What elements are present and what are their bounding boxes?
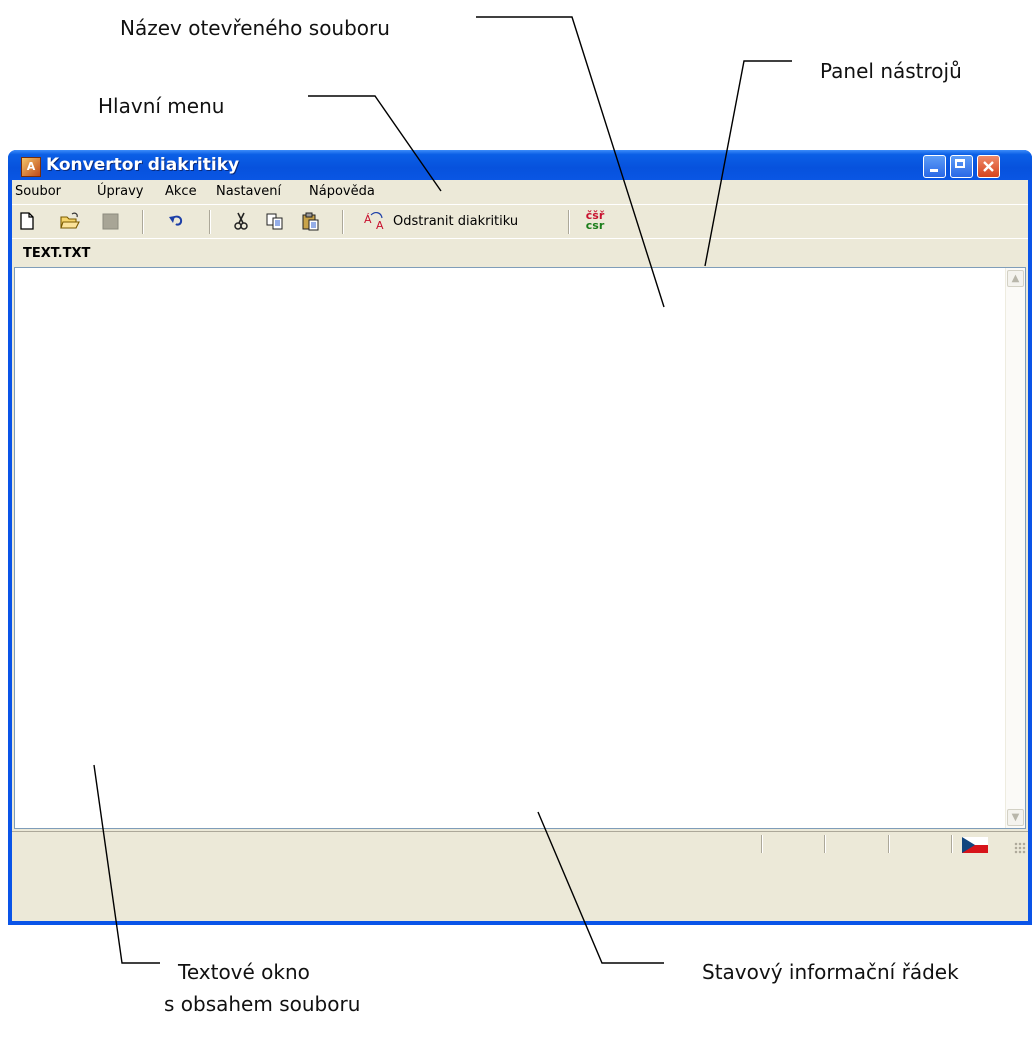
czech-flag-icon[interactable] bbox=[962, 837, 988, 853]
csr-bottom-label: csr bbox=[585, 219, 605, 232]
status-panel-divider bbox=[951, 835, 953, 853]
main-menu: Soubor Úpravy Akce Nastavení Nápověda bbox=[12, 180, 1028, 202]
callout-file-name: Název otevřeného souboru bbox=[120, 16, 390, 40]
toolbar: ÁA Odstranit diakritiku čšř csr bbox=[12, 204, 1028, 238]
toolbar-separator bbox=[568, 210, 570, 234]
callout-main-menu: Hlavní menu bbox=[98, 94, 225, 118]
close-icon bbox=[983, 161, 994, 172]
callout-text-window-line2: s obsahem souboru bbox=[164, 992, 361, 1016]
menu-upravy[interactable]: Úpravy bbox=[97, 184, 143, 199]
csr-convert-icon[interactable]: čšř csr bbox=[583, 210, 607, 232]
toolbar-separator bbox=[342, 210, 344, 234]
close-button[interactable] bbox=[977, 155, 1000, 178]
paste-icon[interactable] bbox=[301, 211, 321, 231]
minimize-button[interactable] bbox=[923, 155, 946, 178]
resize-grip-icon[interactable] bbox=[1014, 842, 1026, 854]
vertical-scrollbar[interactable]: ▲ ▼ bbox=[1005, 268, 1025, 828]
remove-diacritics-icon[interactable]: ÁA bbox=[363, 211, 389, 232]
maximize-button[interactable] bbox=[950, 155, 973, 178]
save-icon bbox=[100, 211, 120, 231]
remove-diacritics-button[interactable]: Odstranit diakritiku bbox=[393, 214, 518, 229]
maximize-icon bbox=[955, 159, 965, 168]
status-panel-divider bbox=[761, 835, 763, 853]
toolbar-separator bbox=[209, 210, 211, 234]
callout-text-window-line1: Textové okno bbox=[178, 960, 310, 984]
svg-text:A: A bbox=[376, 219, 384, 231]
status-bar bbox=[12, 831, 1028, 856]
window-title: Konvertor diakritiky bbox=[46, 155, 240, 175]
client-area: Soubor Úpravy Akce Nastavení Nápověda Á … bbox=[12, 180, 1028, 921]
menu-akce[interactable]: Akce bbox=[165, 184, 197, 199]
new-file-icon[interactable] bbox=[17, 211, 37, 231]
text-editor[interactable]: ▲ ▼ bbox=[14, 267, 1026, 829]
app-window: A Konvertor diakritiky Soubor Úpravy Akc… bbox=[8, 150, 1032, 925]
title-bar[interactable]: A Konvertor diakritiky bbox=[8, 150, 1032, 180]
file-name: TEXT.TXT bbox=[23, 246, 91, 261]
menu-soubor[interactable]: Soubor bbox=[15, 184, 61, 199]
undo-icon[interactable] bbox=[167, 211, 187, 231]
app-icon[interactable]: A bbox=[21, 157, 41, 177]
menu-nastaveni[interactable]: Nastavení bbox=[216, 184, 281, 199]
file-name-bar: TEXT.TXT bbox=[12, 238, 1028, 266]
status-panel-divider bbox=[824, 835, 826, 853]
copy-icon[interactable] bbox=[265, 211, 285, 231]
status-panel-divider bbox=[888, 835, 890, 853]
svg-text:Á: Á bbox=[364, 213, 372, 226]
toolbar-separator bbox=[142, 210, 144, 234]
open-folder-icon[interactable] bbox=[59, 211, 80, 231]
menu-napoveda[interactable]: Nápověda bbox=[309, 184, 375, 199]
scroll-up-icon[interactable]: ▲ bbox=[1007, 270, 1024, 287]
callout-toolbar: Panel nástrojů bbox=[820, 59, 962, 83]
minimize-icon bbox=[930, 169, 938, 172]
cut-icon[interactable] bbox=[231, 211, 251, 231]
scroll-down-icon[interactable]: ▼ bbox=[1007, 809, 1024, 826]
callout-status-line: Stavový informační řádek bbox=[702, 960, 959, 984]
